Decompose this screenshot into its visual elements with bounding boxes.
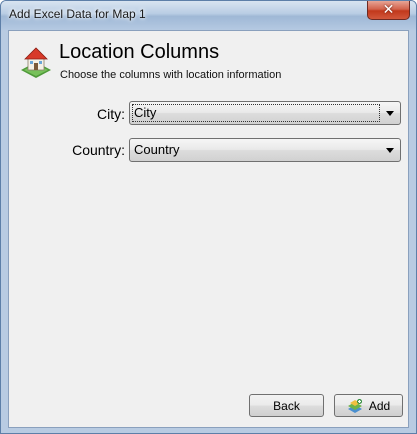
country-selected-value: Country — [134, 142, 180, 157]
window-title: Add Excel Data for Map 1 — [9, 7, 146, 21]
close-icon: ✕ — [382, 2, 395, 18]
dialog-body: Location Columns Choose the columns with… — [8, 30, 409, 428]
page-title: Location Columns — [59, 41, 220, 63]
dialog-window: Add Excel Data for Map 1 ✕ Location Colu… — [0, 0, 417, 434]
city-label: City: — [97, 106, 125, 122]
close-button[interactable]: ✕ — [367, 1, 410, 20]
chevron-down-icon[interactable] — [386, 111, 394, 116]
add-data-icon — [347, 398, 362, 413]
chevron-down-icon[interactable] — [386, 148, 394, 153]
country-label: Country: — [72, 142, 125, 158]
title-bar[interactable]: Add Excel Data for Map 1 ✕ — [1, 1, 416, 29]
country-dropdown[interactable]: Country — [129, 138, 401, 162]
back-button-label: Back — [273, 398, 300, 413]
add-button-label: Add — [368, 398, 391, 413]
city-selected-value: City — [134, 105, 157, 120]
back-button[interactable]: Back — [249, 394, 324, 417]
focus-ring — [132, 104, 380, 122]
add-button[interactable]: Add — [334, 394, 403, 417]
page-subtitle: Choose the columns with location informa… — [60, 69, 282, 81]
city-dropdown[interactable]: City — [129, 101, 401, 125]
house-map-icon — [21, 47, 51, 78]
